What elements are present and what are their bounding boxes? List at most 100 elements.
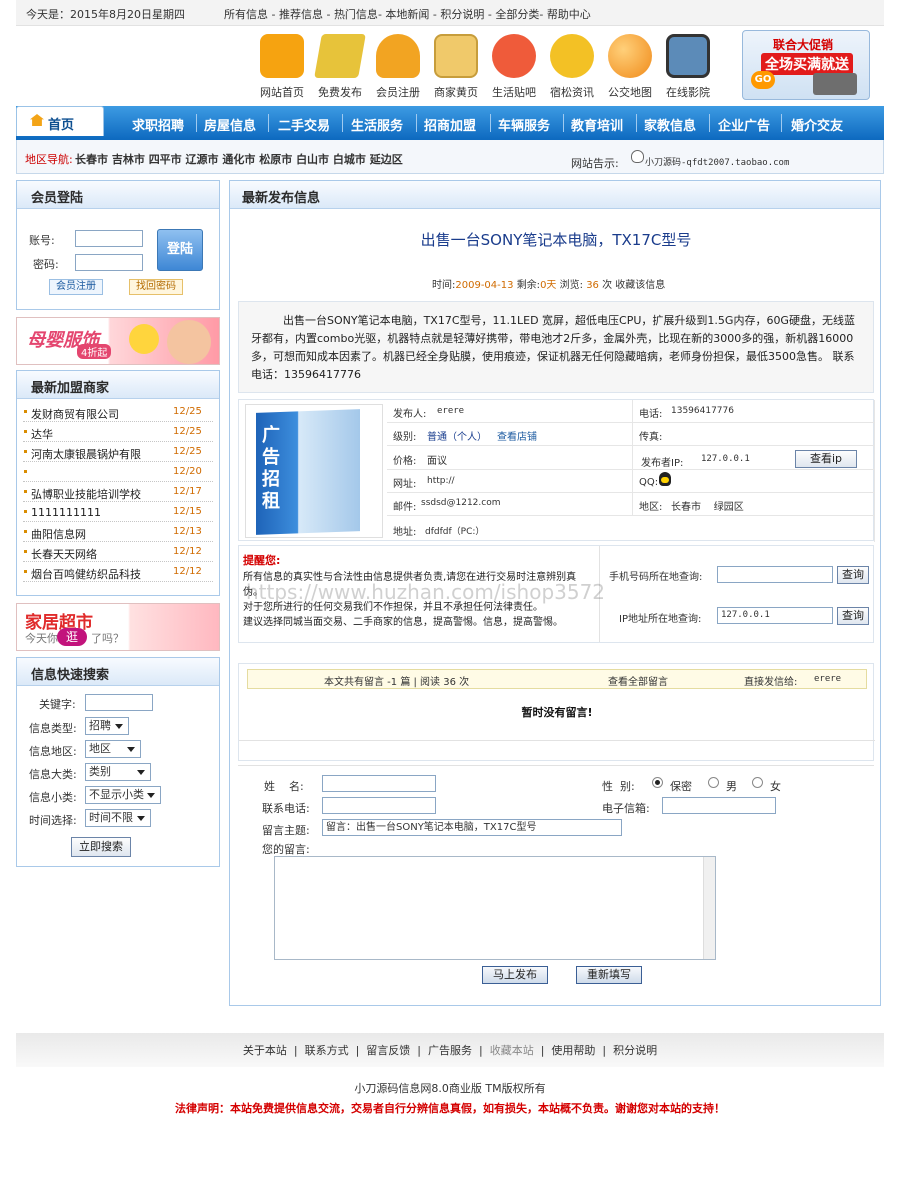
icon-link-cinema[interactable]: 在线影院 [660,34,716,100]
name-input[interactable] [322,775,436,792]
icon-link-bus-map[interactable]: 公交地图 [602,34,658,100]
forgot-password-button[interactable]: 找回密码 [129,279,183,295]
account-input[interactable] [75,230,143,247]
time-select[interactable]: 时间不限 [85,809,151,827]
top-link-local-news[interactable]: 本地新闻 [385,8,429,21]
nav-home-tab[interactable]: 首页 [16,106,104,136]
gender-male-radio[interactable] [708,777,719,788]
footer-link-points[interactable]: 积分说明 [613,1044,657,1057]
qq-penguin-icon[interactable] [659,472,671,486]
merchants-title: 最新加盟商家 [31,381,110,396]
new-merchants-box: 最新加盟商家 发财商贸有限公司 12/25 达华 12/25 河南太康银晨锅炉有限 1… [16,370,220,596]
city-link[interactable]: 辽源市 [186,153,219,166]
nav-secondhand[interactable]: 二手交易 [278,115,330,134]
merchant-item[interactable]: 发财商贸有限公司 12/25 [23,402,213,422]
merchant-item[interactable]: 弘博职业技能培训学校 12/17 [23,482,213,502]
merchant-item[interactable]: 达华 12/25 [23,422,213,442]
nav-life-services[interactable]: 生活服务 [351,115,403,134]
phone-input[interactable] [322,797,436,814]
site-notice-text[interactable]: 小刀源码-qfdt2007.taobao.com [645,155,789,168]
nav-tutoring[interactable]: 家教信息 [644,115,696,134]
top-link-points[interactable]: 积分说明 [440,8,484,21]
top-link-help[interactable]: 帮助中心 [547,8,591,21]
textarea-scrollbar[interactable] [703,857,715,959]
merchant-item[interactable]: 河南太康银晨锅炉有限 12/25 [23,442,213,462]
nav-vehicles[interactable]: 车辆服务 [498,115,550,134]
email-input[interactable] [662,797,776,814]
info-type-select[interactable]: 招聘 [85,717,129,735]
reset-button[interactable]: 重新填写 [576,966,642,984]
nav-separator [709,114,710,132]
search-button[interactable]: 立即搜索 [71,837,131,857]
info-subcategory-select[interactable]: 不显示小类 [85,786,161,804]
phone-number: 13596417776 [671,406,734,416]
ad-banner-baby-clothing[interactable]: 母婴服饰 4折起 [16,317,220,365]
city-link[interactable]: 长春市 [75,153,108,166]
nav-company-ads[interactable]: 企业广告 [718,115,770,134]
favorite-link[interactable]: 收藏该信息 [615,280,665,291]
penguin-icon [631,150,644,163]
nav-jobs[interactable]: 求职招聘 [132,115,184,134]
icon-link-home[interactable]: 网站首页 [254,34,310,100]
merchant-item[interactable]: 12/20 [23,462,213,482]
top-link-categories[interactable]: 全部分类 [495,8,539,21]
register-button[interactable]: 会员注册 [49,279,103,295]
icon-link-register[interactable]: 会员注册 [370,34,426,100]
phone-query-button[interactable]: 查询 [837,566,869,584]
city-link[interactable]: 四平市 [149,153,182,166]
message-textarea[interactable] [274,856,716,960]
gender-female-radio[interactable] [752,777,763,788]
submit-button[interactable]: 马上发布 [482,966,548,984]
gender-secret-radio[interactable] [652,777,663,788]
info-category-select[interactable]: 类别 [85,763,151,781]
ad-banner-home-market[interactable]: 家居超市 今天你 逛 了吗？ [16,603,220,651]
top-link-all[interactable]: 所有信息 [224,8,268,21]
city-link[interactable]: 延边区 [370,153,403,166]
login-button[interactable]: 登陆 [157,229,203,271]
view-all-comments-link[interactable]: 查看全部留言 [608,673,668,688]
nav-franchise[interactable]: 招商加盟 [424,115,476,134]
direct-message-link[interactable]: erere [814,674,841,684]
top-link-recommend[interactable]: 推荐信息 [279,8,323,21]
icon-link-news[interactable]: 宿松资讯 [544,34,600,100]
merchant-item[interactable]: 曲阳信息网 12/13 [23,522,213,542]
footer-link-contact[interactable]: 联系方式 [305,1044,349,1057]
city-link[interactable]: 松原市 [259,153,292,166]
baby-image [129,324,159,354]
ip-query-button[interactable]: 查询 [837,607,869,625]
merchant-item[interactable]: 烟台百鸣健纺织品科技 12/12 [23,562,213,582]
top-link-hot[interactable]: 热门信息 [334,8,378,21]
password-input[interactable] [75,254,143,271]
subject-input[interactable]: 留言：出售一台SONY笔记本电脑，TX17C型号 [322,819,622,836]
website-link[interactable]: http:// [427,476,455,486]
merchant-item[interactable]: 长春天天网络 12/12 [23,542,213,562]
info-area-select[interactable]: 地区 [85,740,141,758]
city-link[interactable]: 白城市 [333,153,366,166]
footer-link-about[interactable]: 关于本站 [243,1044,287,1057]
keyword-input[interactable] [85,694,153,711]
footer-link-bookmark[interactable]: 收藏本站 [490,1044,534,1057]
footer-link-help[interactable]: 使用帮助 [551,1044,595,1057]
icon-link-forum[interactable]: 生活贴吧 [486,34,542,100]
nav-separator [342,114,343,132]
nav-education[interactable]: 教育培训 [571,115,623,134]
promo-banner[interactable]: 联合大促销 全场买满就送 GO [742,30,870,100]
footer-link-ads[interactable]: 广告服务 [428,1044,472,1057]
icon-link-yellowpages[interactable]: 商家黄页 [428,34,484,100]
city-link[interactable]: 吉林市 [112,153,145,166]
city-link[interactable]: 白山市 [296,153,329,166]
view-ip-button[interactable]: 查看ip [795,450,857,468]
ad-image[interactable]: 广告招租 [245,404,383,538]
ip-query-input[interactable]: 127.0.0.1 [717,607,833,624]
quick-search-box: 信息快速搜索 关键字: 信息类型: 招聘 信息地区: 地区 信息大类: 类别 信… [16,657,220,867]
nav-housing[interactable]: 房屋信息 [204,115,256,134]
view-shop-link[interactable]: 查看店铺 [497,428,537,443]
city-link[interactable]: 通化市 [222,153,255,166]
nav-separator [416,114,417,132]
footer-link-feedback[interactable]: 留言反馈 [366,1044,410,1057]
merchant-item[interactable]: 1111111111 12/15 [23,502,213,522]
no-comments-message: 暂时没有留言! [521,706,593,719]
icon-link-publish[interactable]: 免费发布 [312,34,368,100]
nav-matchmaking[interactable]: 婚介交友 [791,115,843,134]
phone-query-input[interactable] [717,566,833,583]
